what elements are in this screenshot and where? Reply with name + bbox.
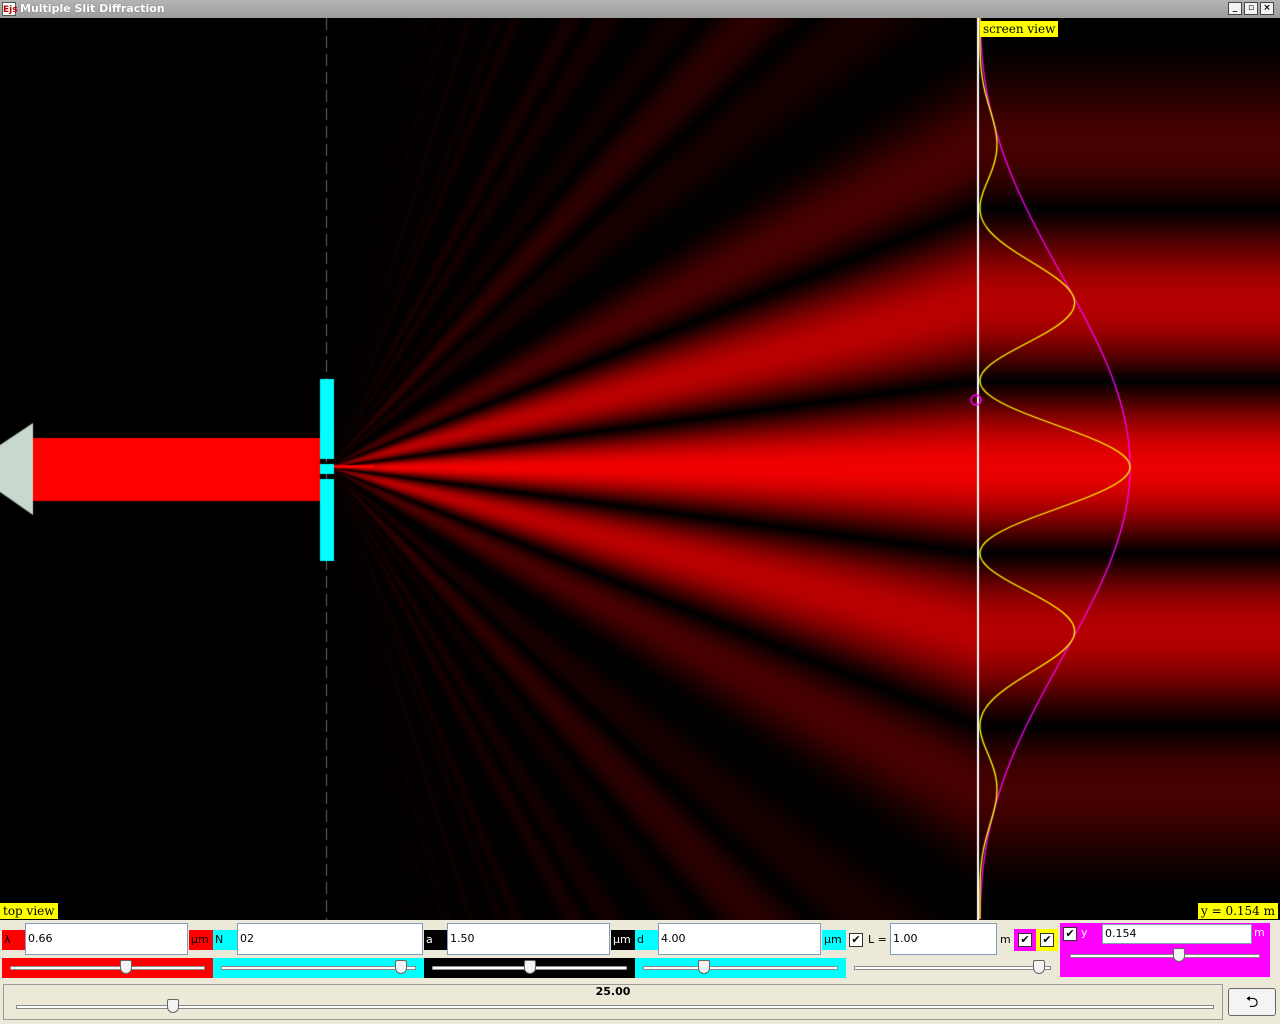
title-bar: Ejs Multiple Slit Diffraction _ ▫ × [0, 0, 1280, 18]
d-field[interactable]: 4.00 [658, 923, 821, 955]
l-slider-track [854, 966, 1051, 970]
window-title: Multiple Slit Diffraction [20, 2, 165, 15]
y-slider[interactable] [1062, 946, 1268, 966]
n-label: N = [213, 930, 237, 966]
a-unit: μm [611, 930, 635, 950]
l-slider-thumb[interactable] [1033, 960, 1046, 974]
l-unit: m [1000, 933, 1011, 946]
lambda-unit: μm [189, 930, 213, 950]
zoom-slider-thumb[interactable] [166, 999, 179, 1013]
zoom-slider[interactable]: 25.00 [3, 984, 1223, 1020]
a-label: a = [424, 930, 447, 966]
d-unit: μm [822, 930, 846, 950]
l-field[interactable]: 1.00 [890, 923, 997, 955]
diffraction-canvas[interactable] [0, 18, 1280, 920]
n-slider-track [221, 966, 416, 970]
reset-button[interactable]: ⮌ [1228, 988, 1276, 1016]
multi-slit-curve-checkbox[interactable]: ✔ [1040, 933, 1054, 947]
d-slider-thumb[interactable] [697, 960, 710, 974]
zoom-value: 25.00 [595, 985, 631, 998]
d-slider[interactable] [635, 958, 846, 978]
top-view-label: top view [0, 903, 58, 919]
n-slider[interactable] [213, 958, 424, 978]
single-slit-curve-checkbox[interactable]: ✔ [1018, 933, 1032, 947]
a-slider[interactable] [424, 958, 635, 978]
l-slider[interactable] [846, 958, 1059, 978]
app-icon: Ejs [2, 2, 18, 16]
l-checkbox[interactable]: ✔ [849, 933, 863, 947]
lambda-field[interactable]: 0.66 [25, 923, 188, 955]
lambda-slider-thumb[interactable] [119, 960, 132, 974]
y-unit: m [1254, 926, 1265, 939]
lambda-slider-track [10, 966, 205, 970]
lambda-label: λ = [2, 930, 25, 966]
d-label: d = [635, 930, 658, 966]
y-label: y = [1081, 926, 1090, 957]
y-slider-thumb[interactable] [1173, 948, 1186, 962]
a-field[interactable]: 1.50 [447, 923, 610, 955]
minimize-button[interactable]: _ [1228, 2, 1242, 15]
close-button[interactable]: × [1260, 2, 1274, 15]
y-checkbox[interactable]: ✔ [1063, 927, 1077, 941]
d-slider-track [643, 966, 838, 970]
n-slider-thumb[interactable] [394, 960, 407, 974]
y-position-readout: y = 0.154 m [1198, 903, 1279, 919]
a-slider-thumb[interactable] [523, 960, 536, 974]
maximize-button[interactable]: ▫ [1244, 2, 1258, 15]
y-slider-track [1070, 954, 1260, 958]
screen-view-label: screen view [980, 21, 1059, 37]
zoom-slider-track [16, 1005, 1214, 1009]
y-field[interactable]: 0.154 [1102, 924, 1252, 944]
l-label: L = [868, 933, 887, 946]
n-field[interactable]: 02 [237, 923, 423, 955]
lambda-slider[interactable] [2, 958, 213, 978]
